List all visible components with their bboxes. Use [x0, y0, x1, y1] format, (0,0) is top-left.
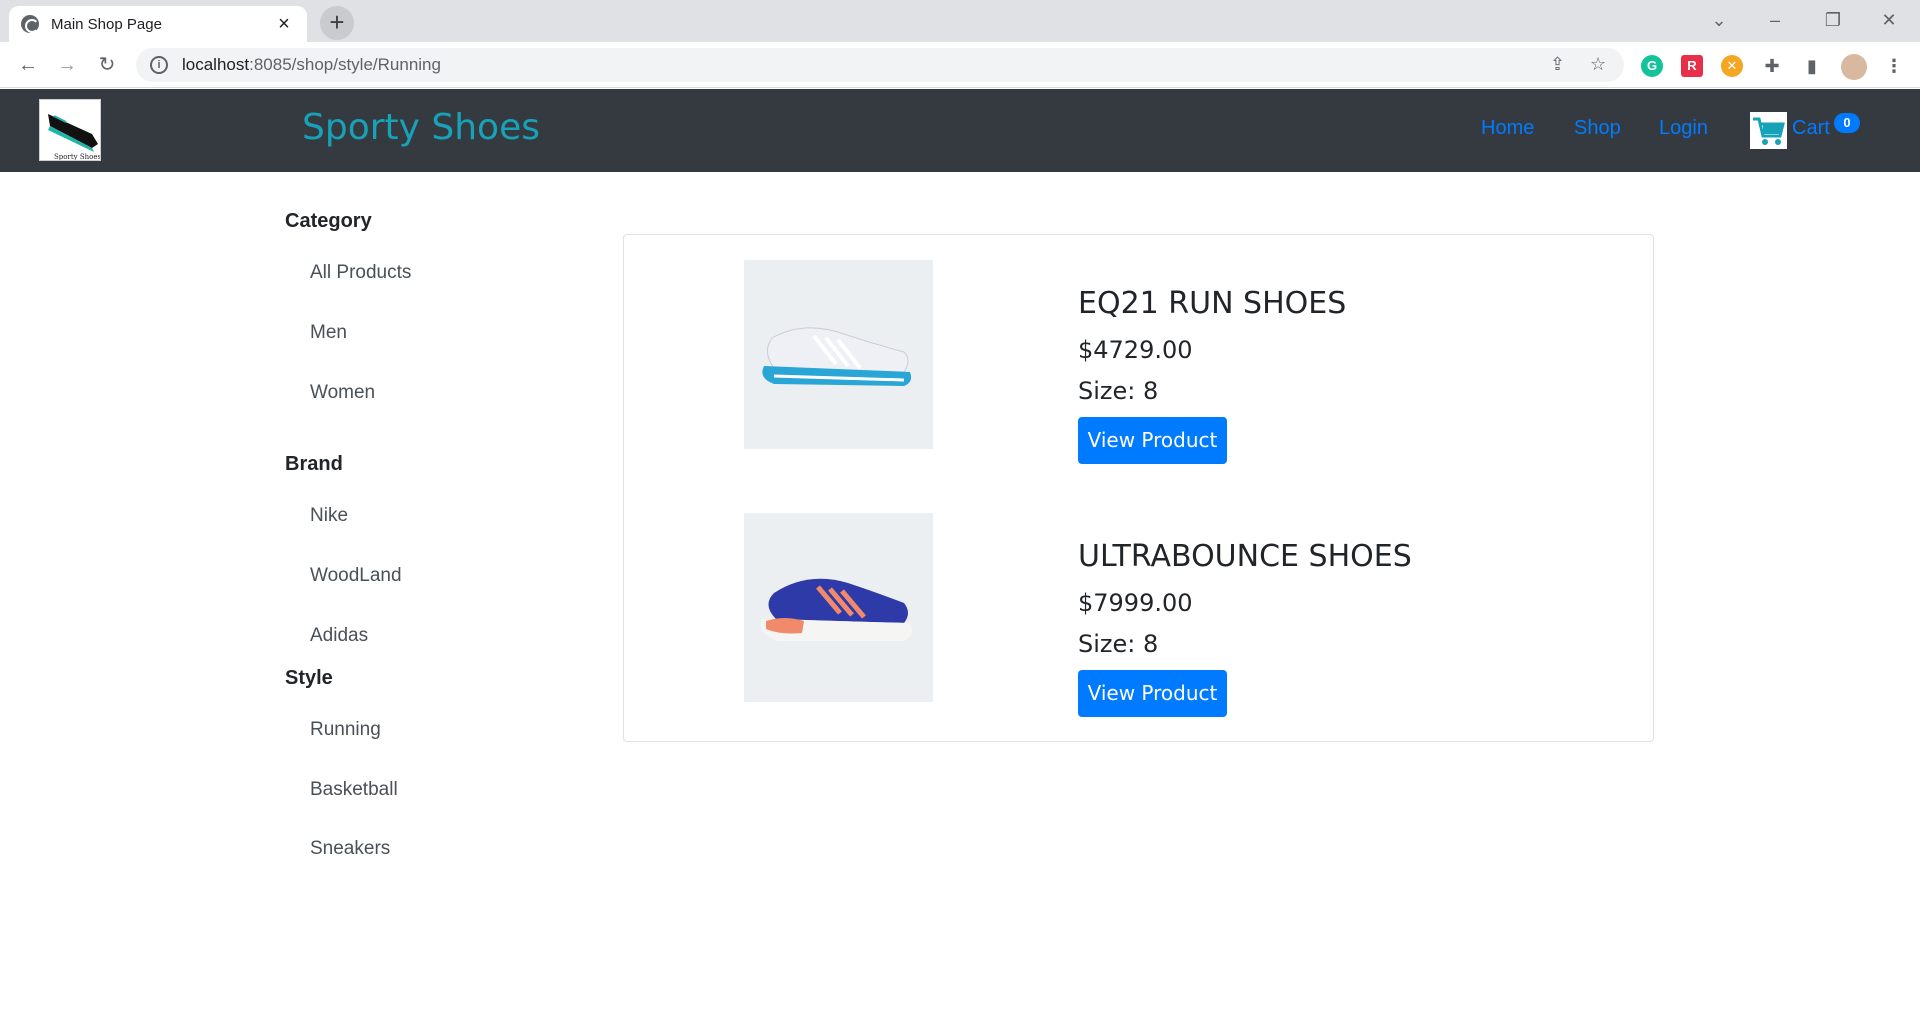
sidebar-item-basketball[interactable]: Basketball	[310, 779, 398, 801]
close-window-icon[interactable]: ✕	[1866, 6, 1912, 34]
side-panel-icon[interactable]: ▮	[1801, 55, 1823, 77]
site-info-icon[interactable]: i	[150, 56, 168, 74]
tab-title: Main Shop Page	[51, 15, 162, 33]
restore-icon[interactable]: ❐	[1810, 6, 1856, 34]
product-price: $4729.00	[1078, 336, 1193, 364]
sidebar-item-nike[interactable]: Nike	[310, 505, 348, 527]
grammarly-icon[interactable]: G	[1641, 55, 1663, 77]
sidebar-item-men[interactable]: Men	[310, 322, 347, 344]
sidebar-item-adidas[interactable]: Adidas	[310, 625, 368, 647]
category-heading: Category	[285, 210, 372, 232]
product-name[interactable]: EQ21 RUN SHOES	[1078, 286, 1346, 321]
svg-text:Sporty Shoes: Sporty Shoes	[54, 153, 101, 161]
sidebar-item-sneakers[interactable]: Sneakers	[310, 838, 390, 860]
product-size: Size: 8	[1078, 630, 1159, 658]
sidebar-item-woodland[interactable]: WoodLand	[310, 565, 402, 587]
browser-tabstrip: Main Shop Page × + ⌄ – ❐ ✕	[0, 0, 1920, 42]
share-icon[interactable]: ⇪	[1550, 54, 1565, 75]
site-navbar: Sporty Shoes Sporty Shoes Home Shop Logi…	[0, 89, 1920, 172]
menu-kebab-icon[interactable]: ⋮	[1883, 55, 1905, 77]
minimize-icon[interactable]: –	[1752, 6, 1798, 34]
nav-home-link[interactable]: Home	[1481, 117, 1534, 140]
cart-count-badge: 0	[1834, 113, 1860, 133]
view-product-button[interactable]: View Product	[1078, 670, 1227, 717]
tab-search-icon[interactable]: ⌄	[1696, 6, 1742, 34]
style-heading: Style	[285, 667, 333, 689]
url-text: localhost:8085/shop/style/Running	[182, 55, 441, 74]
forward-arrow-icon[interactable]: →	[52, 50, 82, 80]
bookmark-star-icon[interactable]: ☆	[1590, 54, 1606, 75]
nav-login-link[interactable]: Login	[1659, 117, 1708, 140]
white-running-shoe-image[interactable]	[744, 260, 933, 449]
nav-shop-link[interactable]: Shop	[1574, 117, 1621, 140]
product-size: Size: 8	[1078, 377, 1159, 405]
sidebar-item-all-products[interactable]: All Products	[310, 262, 411, 284]
product-price: $7999.00	[1078, 589, 1193, 617]
product-list-card: EQ21 RUN SHOES $4729.00 Size: 8 View Pro…	[623, 234, 1654, 742]
address-bar[interactable]: i localhost:8085/shop/style/Running ⇪ ☆	[136, 48, 1624, 82]
site-brand[interactable]: Sporty Shoes	[302, 107, 540, 148]
reload-icon[interactable]: ↻	[92, 50, 122, 80]
product-name[interactable]: ULTRABOUNCE SHOES	[1078, 539, 1412, 574]
shoe-logo-image: Sporty Shoes	[48, 114, 101, 161]
extension-red-icon[interactable]: R	[1681, 55, 1703, 77]
view-product-button[interactable]: View Product	[1078, 417, 1227, 464]
close-tab-icon[interactable]: ×	[273, 13, 295, 35]
site-logo[interactable]: Sporty Shoes	[39, 99, 101, 161]
shopping-cart-icon[interactable]	[1750, 112, 1787, 149]
globe-icon	[21, 15, 39, 33]
browser-tab[interactable]: Main Shop Page ×	[9, 6, 307, 42]
nav-cart-link[interactable]: Cart	[1792, 117, 1830, 140]
extensions-puzzle-icon[interactable]: ✚	[1761, 55, 1783, 77]
sidebar-item-women[interactable]: Women	[310, 382, 375, 404]
extension-yellow-icon[interactable]: ✕	[1721, 55, 1743, 77]
profile-avatar[interactable]	[1841, 54, 1867, 80]
blue-running-shoe-image[interactable]	[744, 513, 933, 702]
sidebar-item-running[interactable]: Running	[310, 719, 381, 741]
browser-toolbar: ← → ↻ i localhost:8085/shop/style/Runnin…	[0, 42, 1920, 88]
back-arrow-icon[interactable]: ←	[13, 50, 43, 80]
new-tab-button[interactable]: +	[320, 6, 354, 40]
brand-heading: Brand	[285, 453, 343, 475]
